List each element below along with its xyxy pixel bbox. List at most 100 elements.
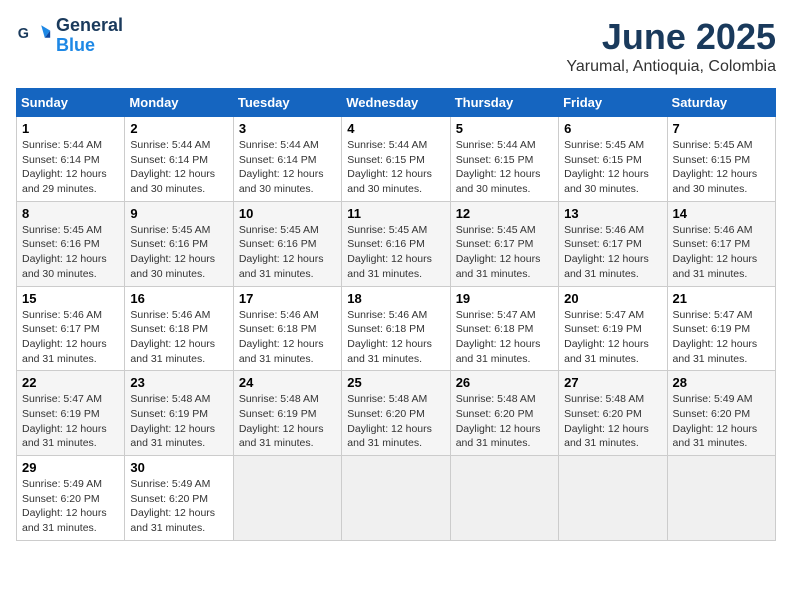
day-header-monday: Monday <box>125 89 233 117</box>
calendar-cell: 10 Sunrise: 5:45 AMSunset: 6:16 PMDaylig… <box>233 201 341 286</box>
calendar-cell: 1 Sunrise: 5:44 AMSunset: 6:14 PMDayligh… <box>17 117 125 202</box>
day-header-sunday: Sunday <box>17 89 125 117</box>
day-number: 2 <box>130 121 227 136</box>
title-area: June 2025 Yarumal, Antioquia, Colombia <box>566 16 776 76</box>
day-number: 18 <box>347 291 444 306</box>
day-header-saturday: Saturday <box>667 89 775 117</box>
calendar-cell <box>667 456 775 541</box>
page-header: G General Blue June 2025 Yarumal, Antioq… <box>16 16 776 76</box>
day-number: 12 <box>456 206 553 221</box>
day-number: 9 <box>130 206 227 221</box>
day-info: Sunrise: 5:48 AMSunset: 6:20 PMDaylight:… <box>564 393 649 449</box>
day-number: 28 <box>673 375 770 390</box>
calendar-cell: 16 Sunrise: 5:46 AMSunset: 6:18 PMDaylig… <box>125 286 233 371</box>
day-number: 29 <box>22 460 119 475</box>
day-info: Sunrise: 5:44 AMSunset: 6:15 PMDaylight:… <box>456 139 541 195</box>
day-number: 21 <box>673 291 770 306</box>
day-number: 1 <box>22 121 119 136</box>
day-info: Sunrise: 5:49 AMSunset: 6:20 PMDaylight:… <box>673 393 758 449</box>
calendar-cell: 14 Sunrise: 5:46 AMSunset: 6:17 PMDaylig… <box>667 201 775 286</box>
day-number: 10 <box>239 206 336 221</box>
day-header-wednesday: Wednesday <box>342 89 450 117</box>
day-number: 26 <box>456 375 553 390</box>
day-info: Sunrise: 5:44 AMSunset: 6:14 PMDaylight:… <box>22 139 107 195</box>
calendar-cell: 12 Sunrise: 5:45 AMSunset: 6:17 PMDaylig… <box>450 201 558 286</box>
calendar-cell: 4 Sunrise: 5:44 AMSunset: 6:15 PMDayligh… <box>342 117 450 202</box>
calendar-cell: 23 Sunrise: 5:48 AMSunset: 6:19 PMDaylig… <box>125 371 233 456</box>
day-number: 7 <box>673 121 770 136</box>
day-number: 22 <box>22 375 119 390</box>
day-info: Sunrise: 5:46 AMSunset: 6:18 PMDaylight:… <box>239 309 324 365</box>
day-number: 24 <box>239 375 336 390</box>
day-info: Sunrise: 5:48 AMSunset: 6:19 PMDaylight:… <box>130 393 215 449</box>
day-info: Sunrise: 5:46 AMSunset: 6:17 PMDaylight:… <box>673 224 758 280</box>
day-number: 27 <box>564 375 661 390</box>
day-number: 3 <box>239 121 336 136</box>
calendar-cell: 26 Sunrise: 5:48 AMSunset: 6:20 PMDaylig… <box>450 371 558 456</box>
logo-line2: Blue <box>56 36 123 56</box>
calendar-cell: 27 Sunrise: 5:48 AMSunset: 6:20 PMDaylig… <box>559 371 667 456</box>
day-number: 25 <box>347 375 444 390</box>
calendar-cell: 13 Sunrise: 5:46 AMSunset: 6:17 PMDaylig… <box>559 201 667 286</box>
day-info: Sunrise: 5:48 AMSunset: 6:20 PMDaylight:… <box>456 393 541 449</box>
calendar-cell: 8 Sunrise: 5:45 AMSunset: 6:16 PMDayligh… <box>17 201 125 286</box>
calendar-cell: 20 Sunrise: 5:47 AMSunset: 6:19 PMDaylig… <box>559 286 667 371</box>
day-info: Sunrise: 5:49 AMSunset: 6:20 PMDaylight:… <box>22 478 107 534</box>
logo-text: General Blue <box>56 16 123 56</box>
calendar-cell: 19 Sunrise: 5:47 AMSunset: 6:18 PMDaylig… <box>450 286 558 371</box>
calendar-cell: 3 Sunrise: 5:44 AMSunset: 6:14 PMDayligh… <box>233 117 341 202</box>
day-info: Sunrise: 5:45 AMSunset: 6:15 PMDaylight:… <box>564 139 649 195</box>
calendar-cell: 5 Sunrise: 5:44 AMSunset: 6:15 PMDayligh… <box>450 117 558 202</box>
day-info: Sunrise: 5:46 AMSunset: 6:18 PMDaylight:… <box>130 309 215 365</box>
calendar-cell: 7 Sunrise: 5:45 AMSunset: 6:15 PMDayligh… <box>667 117 775 202</box>
day-number: 23 <box>130 375 227 390</box>
day-info: Sunrise: 5:47 AMSunset: 6:18 PMDaylight:… <box>456 309 541 365</box>
calendar-cell <box>559 456 667 541</box>
day-number: 15 <box>22 291 119 306</box>
calendar-table: SundayMondayTuesdayWednesdayThursdayFrid… <box>16 88 776 541</box>
day-info: Sunrise: 5:47 AMSunset: 6:19 PMDaylight:… <box>22 393 107 449</box>
calendar-cell <box>342 456 450 541</box>
logo-icon: G <box>16 18 52 54</box>
logo-line1: General <box>56 16 123 36</box>
day-info: Sunrise: 5:47 AMSunset: 6:19 PMDaylight:… <box>564 309 649 365</box>
calendar-cell: 25 Sunrise: 5:48 AMSunset: 6:20 PMDaylig… <box>342 371 450 456</box>
day-number: 30 <box>130 460 227 475</box>
day-number: 6 <box>564 121 661 136</box>
calendar-cell: 18 Sunrise: 5:46 AMSunset: 6:18 PMDaylig… <box>342 286 450 371</box>
day-info: Sunrise: 5:45 AMSunset: 6:16 PMDaylight:… <box>347 224 432 280</box>
calendar-week-row: 22 Sunrise: 5:47 AMSunset: 6:19 PMDaylig… <box>17 371 776 456</box>
day-info: Sunrise: 5:46 AMSunset: 6:18 PMDaylight:… <box>347 309 432 365</box>
calendar-cell: 11 Sunrise: 5:45 AMSunset: 6:16 PMDaylig… <box>342 201 450 286</box>
calendar-cell: 2 Sunrise: 5:44 AMSunset: 6:14 PMDayligh… <box>125 117 233 202</box>
calendar-cell: 29 Sunrise: 5:49 AMSunset: 6:20 PMDaylig… <box>17 456 125 541</box>
day-info: Sunrise: 5:45 AMSunset: 6:16 PMDaylight:… <box>22 224 107 280</box>
day-info: Sunrise: 5:46 AMSunset: 6:17 PMDaylight:… <box>22 309 107 365</box>
calendar-cell: 17 Sunrise: 5:46 AMSunset: 6:18 PMDaylig… <box>233 286 341 371</box>
day-number: 4 <box>347 121 444 136</box>
day-header-thursday: Thursday <box>450 89 558 117</box>
day-info: Sunrise: 5:44 AMSunset: 6:14 PMDaylight:… <box>239 139 324 195</box>
day-number: 16 <box>130 291 227 306</box>
day-number: 20 <box>564 291 661 306</box>
day-info: Sunrise: 5:44 AMSunset: 6:14 PMDaylight:… <box>130 139 215 195</box>
day-number: 17 <box>239 291 336 306</box>
svg-text:G: G <box>18 26 29 42</box>
day-number: 14 <box>673 206 770 221</box>
calendar-cell: 24 Sunrise: 5:48 AMSunset: 6:19 PMDaylig… <box>233 371 341 456</box>
calendar-cell <box>450 456 558 541</box>
location: Yarumal, Antioquia, Colombia <box>566 58 776 76</box>
day-number: 13 <box>564 206 661 221</box>
calendar-cell: 30 Sunrise: 5:49 AMSunset: 6:20 PMDaylig… <box>125 456 233 541</box>
calendar-cell <box>233 456 341 541</box>
calendar-cell: 22 Sunrise: 5:47 AMSunset: 6:19 PMDaylig… <box>17 371 125 456</box>
day-info: Sunrise: 5:49 AMSunset: 6:20 PMDaylight:… <box>130 478 215 534</box>
day-number: 8 <box>22 206 119 221</box>
calendar-cell: 28 Sunrise: 5:49 AMSunset: 6:20 PMDaylig… <box>667 371 775 456</box>
day-info: Sunrise: 5:47 AMSunset: 6:19 PMDaylight:… <box>673 309 758 365</box>
day-info: Sunrise: 5:45 AMSunset: 6:17 PMDaylight:… <box>456 224 541 280</box>
month-title: June 2025 <box>566 16 776 58</box>
calendar-cell: 9 Sunrise: 5:45 AMSunset: 6:16 PMDayligh… <box>125 201 233 286</box>
calendar-header-row: SundayMondayTuesdayWednesdayThursdayFrid… <box>17 89 776 117</box>
day-header-friday: Friday <box>559 89 667 117</box>
